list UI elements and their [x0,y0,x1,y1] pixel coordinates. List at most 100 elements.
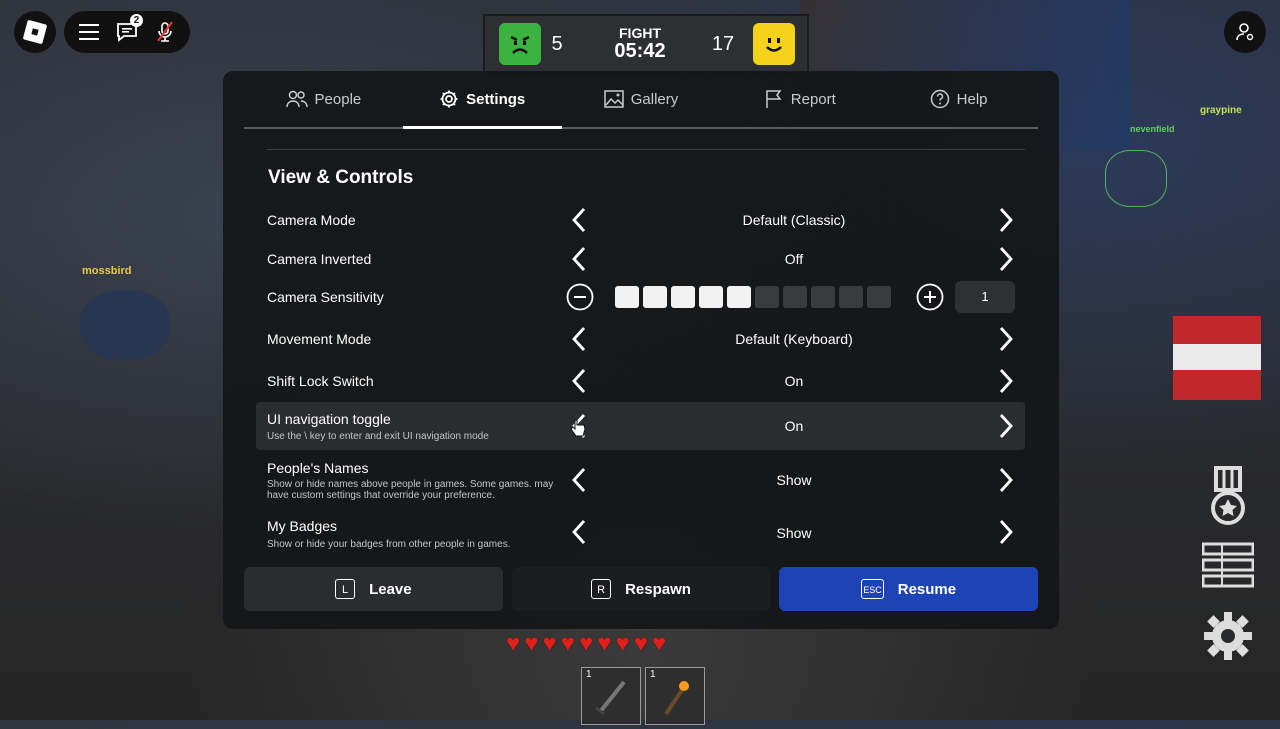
chevron-right-icon[interactable] [994,324,1018,354]
sensitivity-segment[interactable] [839,286,863,308]
button-label: Respawn [625,580,691,598]
sensitivity-segment[interactable] [699,286,723,308]
image-icon [603,90,624,108]
section-title: View & Controls [268,167,414,188]
tab-settings[interactable]: Settings [402,71,562,129]
sensitivity-segment[interactable] [643,286,667,308]
sensitivity-segment[interactable] [755,286,779,308]
chevron-left-icon[interactable] [567,324,591,354]
key-hint: L [335,579,356,599]
person-icon [1236,23,1254,41]
sensitivity-input[interactable]: 1 [955,281,1015,313]
setting-value: Off [784,251,804,267]
flag-icon [766,90,782,108]
setting-ui-navigation-toggle[interactable]: UI navigation toggle Use the \ key to en… [256,402,1025,450]
chat-icon[interactable]: 2 [113,14,143,46]
heart-icon: ♥ [560,630,575,657]
smiley-face-icon [753,23,795,65]
player-nametag: mossbird [82,265,132,277]
health-bar: ♥ ♥ ♥ ♥ ♥ ♥ ♥ ♥ ♥ [506,632,666,656]
setting-movement-mode: Movement Mode Default (Keyboard) [256,315,1025,363]
tnt-block [1173,316,1261,400]
setting-description: Show or hide names above people in games… [267,479,554,501]
plus-circle-icon[interactable] [916,283,944,311]
heart-icon: ♥ [633,630,648,657]
chevron-left-icon[interactable] [567,366,591,396]
setting-value: Show [776,472,812,488]
setting-label: Camera Mode [267,212,356,228]
help-icon [930,89,949,109]
tab-gallery[interactable]: Gallery [562,71,721,127]
tab-label: Help [956,90,988,108]
setting-value: Default (Keyboard) [735,331,853,347]
left-team-score: 5 [551,32,563,55]
setting-value: On [784,418,804,434]
tab-label: Gallery [630,90,679,108]
sensitivity-segment[interactable] [671,286,695,308]
tab-people[interactable]: People [244,71,403,127]
button-label: Leave [369,580,412,598]
match-status: FIGHT 05:42 [573,26,707,62]
chevron-left-icon[interactable] [567,465,591,495]
hamburger-menu-icon[interactable] [75,18,103,46]
sensitivity-segment[interactable] [783,286,807,308]
hotbar-slot[interactable]: 1 [645,667,705,725]
chevron-right-icon[interactable] [994,244,1018,274]
chevron-left-icon[interactable] [567,517,591,547]
right-team-score: 17 [711,32,735,55]
chat-badge: 2 [130,14,143,27]
match-label: FIGHT [619,25,661,42]
setting-description: Use the \ key to enter and exit UI navig… [267,431,489,442]
chevron-right-icon[interactable] [994,366,1018,396]
hotbar-slot[interactable]: 1 [581,667,641,725]
medal-icon[interactable] [1200,466,1256,528]
tab-label: Settings [466,90,526,108]
setting-value: Show [776,525,812,541]
heart-icon: ♥ [542,630,557,657]
settings-panel: People Settings Gallery Report Help View… [223,71,1059,629]
setting-peoples-names: People's Names Show or hide names above … [256,456,1025,504]
tab-report[interactable]: Report [720,71,879,127]
setting-label: People's Names [267,460,369,476]
muted-mic-icon[interactable] [151,18,179,46]
key-hint: ESC [861,579,884,599]
heart-icon: ♥ [506,630,521,657]
sensitivity-segment[interactable] [727,286,751,308]
respawn-button[interactable]: R Respawn [511,567,771,611]
sensitivity-slider[interactable] [615,286,891,308]
scoreboard: 5 FIGHT 05:42 17 [483,14,809,74]
player-nametag: nevenfield [1130,124,1175,134]
profile-button[interactable] [1224,11,1266,53]
roblox-menu-button[interactable] [14,11,56,53]
setting-shift-lock: Shift Lock Switch On [256,357,1025,405]
key-hint: R [591,579,612,599]
server-list-icon[interactable] [1200,542,1256,590]
resume-button[interactable]: ESC Resume [779,567,1039,611]
button-label: Resume [897,580,957,598]
sensitivity-segment[interactable] [811,286,835,308]
leave-button[interactable]: L Leave [244,567,503,611]
tab-bar: People Settings Gallery Report Help [244,71,1038,129]
setting-label: Shift Lock Switch [267,373,374,389]
chevron-left-icon[interactable] [567,205,591,235]
heart-icon: ♥ [524,630,539,657]
chevron-right-icon[interactable] [994,205,1018,235]
match-timer: 05:42 [614,39,666,62]
tab-help[interactable]: Help [879,71,1038,127]
chevron-left-icon[interactable] [567,244,591,274]
setting-label: My Badges [267,518,338,534]
heart-icon: ♥ [597,630,612,657]
people-icon [285,90,308,108]
chevron-right-icon[interactable] [994,517,1018,547]
settings-gear-icon[interactable] [1200,610,1256,662]
player-nametag: graypine [1200,105,1242,116]
angry-face-icon [499,23,541,65]
setting-label: UI navigation toggle [267,411,391,427]
chevron-right-icon[interactable] [994,465,1018,495]
chevron-right-icon[interactable] [994,411,1018,441]
minus-circle-icon[interactable] [566,283,594,311]
tab-label: Report [790,90,836,108]
sensitivity-segment[interactable] [615,286,639,308]
sensitivity-segment[interactable] [867,286,891,308]
setting-camera-sensitivity: Camera Sensitivity 1 [256,273,1025,321]
